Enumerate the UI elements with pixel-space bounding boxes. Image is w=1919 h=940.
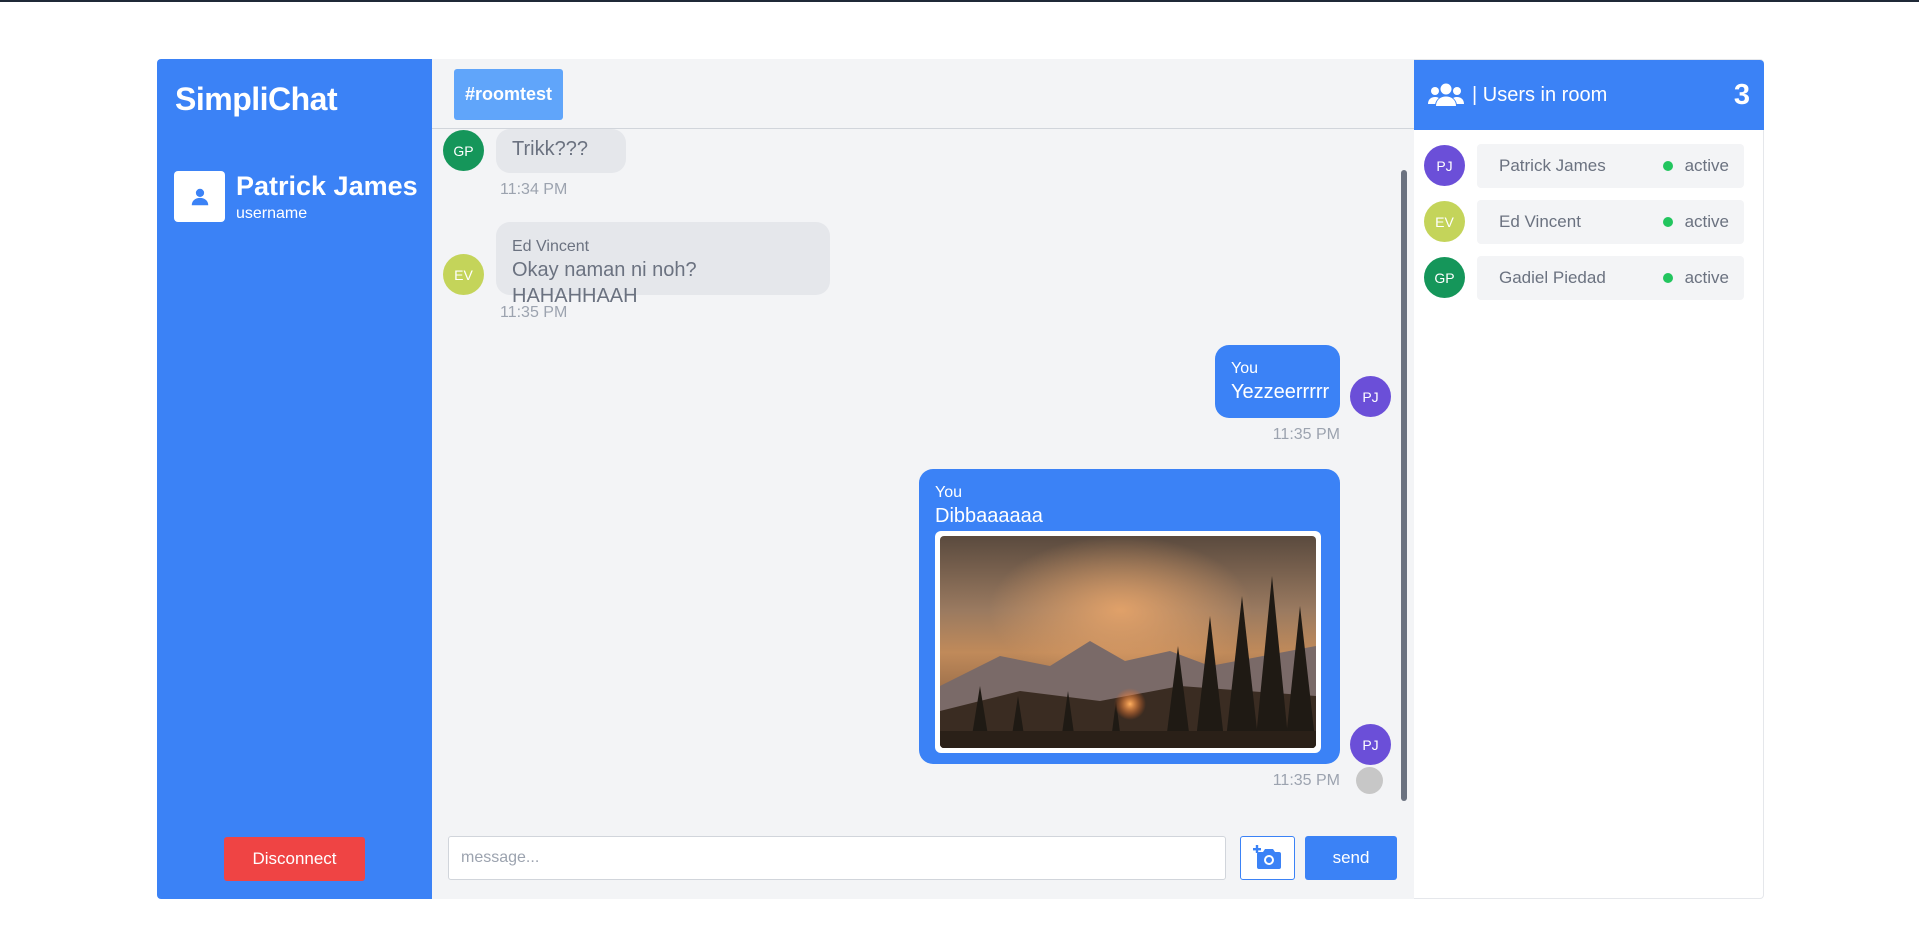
chat-panel: #roomtest GP Trikk??? 11:34 PM EV Ed Vin… [432, 59, 1414, 899]
message-bubble: You Dibbaaaaaa [919, 469, 1340, 764]
room-tag[interactable]: #roomtest [454, 69, 564, 120]
user-status: active [1684, 268, 1729, 287]
message-input[interactable] [448, 836, 1226, 880]
message-sender: You [1231, 360, 1258, 377]
message-text: Trikk??? [512, 138, 588, 160]
message-time: 11:35 PM [500, 304, 568, 321]
message-avatar: GP [443, 130, 484, 171]
user-status: active [1684, 212, 1729, 231]
message-bubble: Trikk??? [496, 129, 626, 173]
message-time: 11:35 PM [1272, 772, 1340, 789]
message-avatar: EV [443, 254, 484, 295]
camera-upload-button[interactable] [1240, 836, 1295, 880]
message-bubble: Ed Vincent Okay naman ni noh? HAHAHHAAH [496, 222, 830, 307]
read-receipt-avatar [1356, 767, 1383, 794]
message-bubble: You Yezzeerrrrr [1215, 345, 1340, 418]
user-avatar: GP [1424, 257, 1465, 298]
status-dot-icon [1662, 217, 1673, 227]
message-text: Dibbaaaaaa [935, 505, 1043, 527]
user-list-item[interactable]: EV Ed Vincent active [1424, 198, 1744, 246]
mountain-forest-sunset-photo [940, 536, 1316, 748]
user-name: Patrick James [1499, 156, 1606, 175]
message-text: Okay naman ni noh? HAHAHHAAH [512, 259, 697, 307]
chat-header: #roomtest [432, 59, 1414, 129]
messages-scrollbar[interactable] [1401, 170, 1407, 801]
message-sender: You [935, 484, 962, 501]
profile-name: Patrick James [236, 171, 418, 201]
user-status: active [1684, 156, 1729, 175]
users-icon [1428, 83, 1464, 106]
window-top-border [0, 0, 1919, 2]
send-button[interactable]: send [1305, 836, 1397, 880]
users-header: | Users in room 3 [1414, 60, 1764, 130]
message-photo[interactable] [935, 531, 1321, 753]
user-name: Ed Vincent [1499, 212, 1581, 231]
message-avatar: PJ [1350, 724, 1391, 765]
message-time: 11:35 PM [1272, 426, 1340, 443]
user-avatar: EV [1424, 201, 1465, 242]
message-sender: Ed Vincent [512, 238, 590, 255]
message-text: Yezzeerrrrr [1231, 381, 1330, 403]
users-panel: | Users in room 3 PJ Patrick James activ… [1414, 59, 1764, 899]
user-avatar: PJ [1424, 145, 1465, 186]
profile-username-label: username [236, 205, 308, 222]
user-list-item[interactable]: GP Gadiel Piedad active [1424, 254, 1744, 302]
disconnect-button[interactable]: Disconnect [224, 837, 365, 881]
user-name: Gadiel Piedad [1499, 268, 1606, 287]
status-dot-icon [1662, 273, 1673, 283]
message-time: 11:34 PM [500, 181, 568, 198]
camera-add-icon [1252, 845, 1281, 869]
user-avatar-icon [174, 171, 225, 222]
users-count: 3 [1733, 78, 1750, 111]
users-title: | Users in room [1472, 83, 1608, 106]
chat-app: SimpliChat Patrick James username Discon… [157, 59, 1764, 899]
sidebar: SimpliChat Patrick James username Discon… [157, 59, 432, 899]
user-list-item[interactable]: PJ Patrick James active [1424, 142, 1744, 190]
status-dot-icon [1662, 161, 1673, 171]
message-avatar: PJ [1350, 376, 1391, 417]
user-profile: Patrick James username [174, 171, 418, 224]
app-brand: SimpliChat [175, 81, 338, 117]
